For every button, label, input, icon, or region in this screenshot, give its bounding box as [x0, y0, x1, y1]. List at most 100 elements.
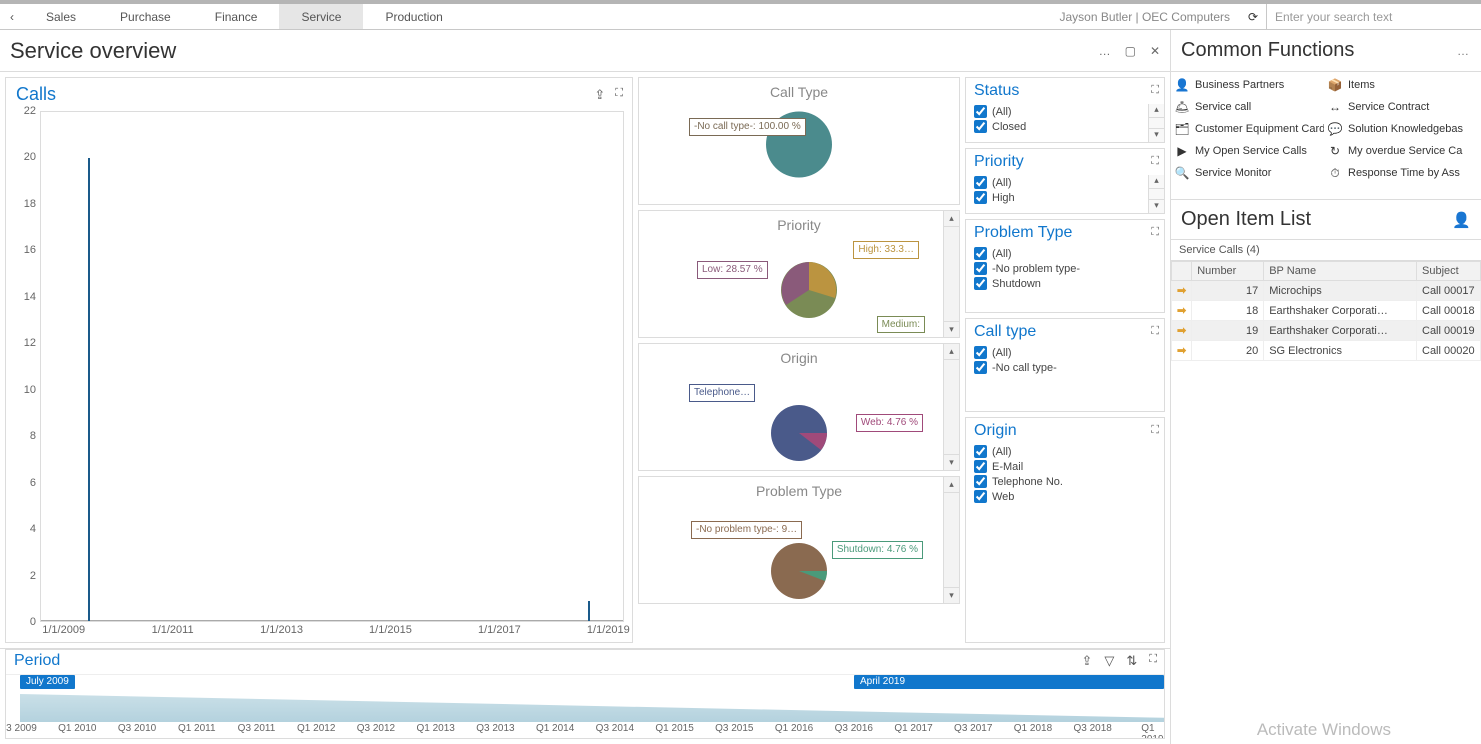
- user-label: Jayson Butler | OEC Computers: [1059, 4, 1240, 29]
- common-item[interactable]: ↔Service Contract: [1328, 100, 1477, 114]
- filter-item[interactable]: (All): [974, 345, 1146, 360]
- mini-charts: Call Type -No call type-: 100.00 % Prior…: [638, 77, 960, 643]
- expand-icon[interactable]: ⛶: [1151, 325, 1158, 338]
- filter-item[interactable]: E-Mail: [974, 459, 1146, 474]
- filter-checkbox[interactable]: [974, 346, 987, 359]
- scroll-bar[interactable]: ▴▾: [943, 211, 959, 337]
- filter-item[interactable]: Shutdown: [974, 276, 1146, 291]
- period-handle-to[interactable]: April 2019: [854, 675, 1164, 689]
- common-item[interactable]: ↻My overdue Service Ca: [1328, 144, 1477, 158]
- scroll-down-icon[interactable]: ▾: [944, 454, 959, 470]
- scroll-up-icon[interactable]: ▴: [1149, 104, 1164, 118]
- filter-label: -No problem type-: [992, 263, 1080, 275]
- scroll-up-icon[interactable]: ▴: [944, 477, 959, 493]
- refresh-icon[interactable]: ⟳: [1240, 4, 1266, 29]
- export-icon[interactable]: ⇪: [1081, 653, 1092, 669]
- scroll-bar[interactable]: ▴▾: [943, 477, 959, 603]
- period-range[interactable]: July 2009 April 2019 Q3 2009Q1 2010Q3 20…: [6, 674, 1164, 738]
- filter-icon[interactable]: ▽: [1104, 653, 1114, 669]
- common-item[interactable]: 💬Solution Knowledgebas: [1328, 122, 1477, 136]
- tab-purchase[interactable]: Purchase: [98, 4, 193, 29]
- fullscreen-icon[interactable]: ⛶: [615, 87, 622, 103]
- nav-left-icon[interactable]: ‹: [0, 4, 24, 29]
- common-item[interactable]: 🗂Customer Equipment Card: [1175, 122, 1324, 136]
- row-nav-icon[interactable]: ➡: [1177, 325, 1186, 337]
- filter-checkbox[interactable]: [974, 105, 987, 118]
- scroll-bar[interactable]: ▴▾: [1148, 175, 1164, 213]
- filter-item[interactable]: Web: [974, 489, 1146, 504]
- scroll-up-icon[interactable]: ▴: [1149, 175, 1164, 189]
- filter-item[interactable]: -No problem type-: [974, 261, 1146, 276]
- filter-checkbox[interactable]: [974, 277, 987, 290]
- row-nav-icon[interactable]: ➡: [1177, 345, 1186, 357]
- user-icon[interactable]: 👤: [1452, 211, 1471, 229]
- common-item[interactable]: 👤Business Partners: [1175, 78, 1324, 92]
- expand-icon[interactable]: ⛶: [1151, 155, 1158, 168]
- scroll-down-icon[interactable]: ▾: [944, 587, 959, 603]
- common-item[interactable]: ▶My Open Service Calls: [1175, 144, 1324, 158]
- filter-checkbox[interactable]: [974, 490, 987, 503]
- expand-icon[interactable]: ⛶: [1151, 424, 1158, 437]
- y-tick: 0: [16, 616, 40, 628]
- scroll-down-icon[interactable]: ▾: [944, 321, 959, 337]
- search-input[interactable]: [1267, 4, 1481, 29]
- search-box[interactable]: [1266, 4, 1481, 29]
- filter-item[interactable]: High: [974, 190, 1146, 205]
- more-icon[interactable]: …: [1099, 44, 1111, 58]
- common-item[interactable]: 🔍Service Monitor: [1175, 166, 1324, 180]
- common-header: Common Functions …: [1171, 30, 1481, 72]
- fullscreen-icon[interactable]: ⛶: [1149, 653, 1156, 669]
- col-bpname[interactable]: BP Name: [1264, 262, 1417, 281]
- period-handle-from[interactable]: July 2009: [20, 675, 75, 689]
- filter-checkbox[interactable]: [974, 191, 987, 204]
- filter-item[interactable]: (All): [974, 444, 1146, 459]
- filter-item[interactable]: (All): [974, 246, 1146, 261]
- maximize-icon[interactable]: ▢: [1125, 44, 1136, 58]
- tab-finance[interactable]: Finance: [193, 4, 280, 29]
- scroll-bar[interactable]: ▴▾: [1148, 104, 1164, 142]
- scroll-bar[interactable]: ▴▾: [943, 344, 959, 470]
- filter-item[interactable]: Closed: [974, 119, 1146, 134]
- scroll-down-icon[interactable]: ▾: [1149, 199, 1164, 213]
- table-row[interactable]: ➡20SG ElectronicsCall 00020: [1172, 341, 1481, 361]
- col-subject[interactable]: Subject: [1417, 262, 1481, 281]
- close-icon[interactable]: ✕: [1150, 44, 1160, 58]
- scroll-down-icon[interactable]: ▾: [1149, 128, 1164, 142]
- col-number[interactable]: Number: [1192, 262, 1264, 281]
- filter-checkbox[interactable]: [974, 247, 987, 260]
- filter-checkbox[interactable]: [974, 120, 987, 133]
- tab-production[interactable]: Production: [363, 4, 464, 29]
- filter-checkbox[interactable]: [974, 176, 987, 189]
- scroll-up-icon[interactable]: ▴: [944, 211, 959, 227]
- common-item[interactable]: 📦Items: [1328, 78, 1477, 92]
- table-row[interactable]: ➡19Earthshaker Corporati…Call 00019: [1172, 321, 1481, 341]
- common-item-label: Response Time by Ass: [1348, 167, 1460, 179]
- row-nav-icon[interactable]: ➡: [1177, 285, 1186, 297]
- filter-item[interactable]: Telephone No.: [974, 474, 1146, 489]
- row-nav-icon[interactable]: ➡: [1177, 305, 1186, 317]
- period-tick: Q3 2012: [357, 723, 395, 734]
- table-row[interactable]: ➡17MicrochipsCall 00017: [1172, 281, 1481, 301]
- open-items-title: Open Item List: [1181, 208, 1311, 231]
- common-item[interactable]: ⏱Response Time by Ass: [1328, 166, 1477, 180]
- period-tick: Q1 2010: [58, 723, 96, 734]
- tab-sales[interactable]: Sales: [24, 4, 98, 29]
- filter-label: E-Mail: [992, 461, 1023, 473]
- filter-checkbox[interactable]: [974, 262, 987, 275]
- table-row[interactable]: ➡18Earthshaker Corporati…Call 00018: [1172, 301, 1481, 321]
- filter-item[interactable]: (All): [974, 104, 1146, 119]
- more-icon[interactable]: …: [1457, 44, 1471, 58]
- expand-icon[interactable]: ⛶: [1151, 84, 1158, 97]
- common-item[interactable]: 🛎Service call: [1175, 100, 1324, 114]
- filter-checkbox[interactable]: [974, 445, 987, 458]
- export-icon[interactable]: ⇪: [594, 87, 605, 103]
- tab-service[interactable]: Service: [279, 4, 363, 29]
- filter-item[interactable]: -No call type-: [974, 360, 1146, 375]
- expand-icon[interactable]: ⛶: [1151, 226, 1158, 239]
- filter-checkbox[interactable]: [974, 361, 987, 374]
- filter-checkbox[interactable]: [974, 460, 987, 473]
- scroll-up-icon[interactable]: ▴: [944, 344, 959, 360]
- sort-icon[interactable]: ⇅: [1126, 653, 1137, 669]
- filter-item[interactable]: (All): [974, 175, 1146, 190]
- filter-checkbox[interactable]: [974, 475, 987, 488]
